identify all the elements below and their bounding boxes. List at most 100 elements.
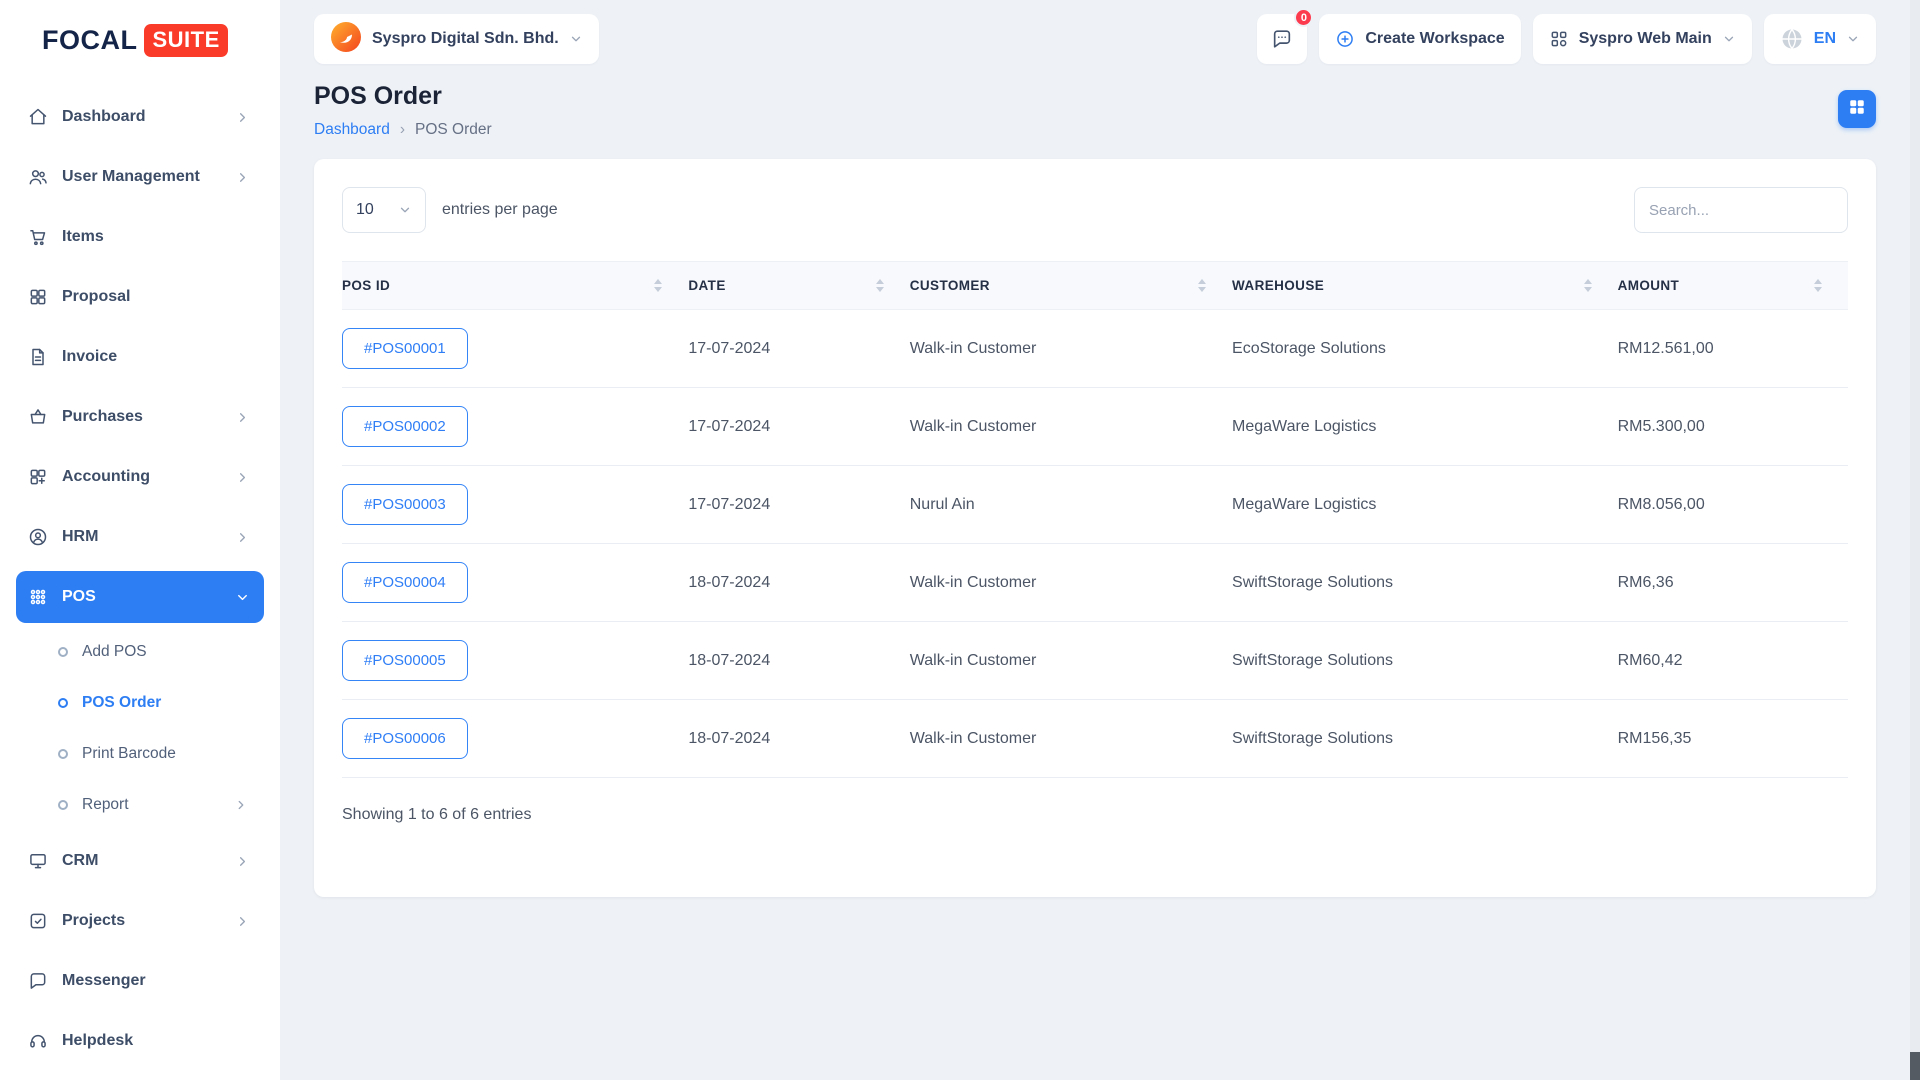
chevron-right-icon [235, 170, 250, 185]
chevron-down-icon [569, 32, 583, 46]
cell-amount: RM8.056,00 [1618, 466, 1848, 544]
pos-id-button[interactable]: #POS00003 [342, 484, 468, 525]
pos-id-button[interactable]: #POS00005 [342, 640, 468, 681]
sidebar-item-projects[interactable]: Projects [16, 895, 264, 947]
entries-per-page-label: entries per page [442, 201, 558, 219]
chat-bubble-icon [28, 971, 62, 991]
column-header[interactable]: AMOUNT [1618, 262, 1848, 310]
language-selector[interactable]: EN [1764, 14, 1876, 64]
bullet-icon [58, 749, 68, 759]
company-selector[interactable]: Syspro Digital Sdn. Bhd. [314, 14, 599, 64]
create-workspace-button[interactable]: Create Workspace [1319, 14, 1520, 64]
column-header-label: AMOUNT [1618, 278, 1680, 293]
scrollbar-thumb[interactable] [1910, 1052, 1920, 1080]
pos-submenu: Add POS POS Order Print Barcode Report [16, 631, 264, 826]
company-logo [330, 21, 362, 58]
person-circle-icon [28, 527, 62, 547]
sort-icon[interactable] [654, 279, 662, 292]
sidebar-item-accounting[interactable]: Accounting [16, 451, 264, 503]
sort-icon[interactable] [1198, 279, 1206, 292]
sidebar-item-helpdesk[interactable]: Helpdesk [16, 1015, 264, 1067]
breadcrumb-dashboard-link[interactable]: Dashboard [314, 121, 390, 139]
breadcrumb-current: POS Order [415, 121, 492, 139]
sidebar-subitem-report[interactable]: Report [16, 784, 264, 826]
sidebar-item-proposal[interactable]: Proposal [16, 271, 264, 323]
topbar: Syspro Digital Sdn. Bhd. 0 Create Worksp… [314, 14, 1876, 64]
sort-icon[interactable] [876, 279, 884, 292]
table-row: #POS00001 17-07-2024 Walk-in Customer Ec… [342, 310, 1848, 388]
cell-date: 18-07-2024 [688, 622, 909, 700]
sidebar-item-label: POS [62, 588, 235, 606]
chevron-right-icon [235, 914, 250, 929]
table-row: #POS00002 17-07-2024 Walk-in Customer Me… [342, 388, 1848, 466]
sidebar-item-label: Proposal [62, 288, 250, 306]
page-size-select[interactable]: 10 [342, 187, 426, 233]
cell-warehouse: SwiftStorage Solutions [1232, 700, 1618, 778]
sidebar-subitem-print-barcode[interactable]: Print Barcode [16, 733, 264, 775]
cell-customer: Walk-in Customer [910, 622, 1232, 700]
monitor-icon [28, 851, 62, 871]
table-footer-summary: Showing 1 to 6 of 6 entries [342, 806, 1848, 824]
logo-text-primary: FOCAL [42, 25, 137, 56]
sidebar-subitem-label: Report [82, 796, 129, 814]
app-logo[interactable]: FOCAL SUITE [42, 24, 264, 57]
sidebar-subitem-add-pos[interactable]: Add POS [16, 631, 264, 673]
sidebar-item-label: Purchases [62, 408, 235, 426]
sidebar-item-messenger[interactable]: Messenger [16, 955, 264, 1007]
pos-id-button[interactable]: #POS00001 [342, 328, 468, 369]
chevron-right-icon [235, 110, 250, 125]
chevron-right-icon [235, 530, 250, 545]
document-icon [28, 347, 62, 367]
scrollbar-track[interactable] [1910, 0, 1920, 1080]
workspace-selector[interactable]: Syspro Web Main [1533, 14, 1752, 64]
pos-id-button[interactable]: #POS00004 [342, 562, 468, 603]
sort-icon[interactable] [1584, 279, 1592, 292]
column-header[interactable]: DATE [688, 262, 909, 310]
sidebar-item-pos[interactable]: POS [16, 571, 264, 623]
sidebar-item-label: CRM [62, 852, 235, 870]
workspace-icon [1549, 29, 1569, 49]
sidebar-item-hrm[interactable]: HRM [16, 511, 264, 563]
view-toggle-button[interactable] [1838, 90, 1876, 128]
sidebar-subitem-pos-order[interactable]: POS Order [16, 682, 264, 724]
sidebar-item-dashboard[interactable]: Dashboard [16, 91, 264, 143]
sidebar-item-items[interactable]: Items [16, 211, 264, 263]
column-header-label: WAREHOUSE [1232, 278, 1324, 293]
cart-icon [28, 227, 62, 247]
table-row: #POS00005 18-07-2024 Walk-in Customer Sw… [342, 622, 1848, 700]
cell-warehouse: SwiftStorage Solutions [1232, 544, 1618, 622]
sidebar-item-purchases[interactable]: Purchases [16, 391, 264, 443]
column-header[interactable]: CUSTOMER [910, 262, 1232, 310]
chevron-right-icon [234, 798, 248, 812]
cell-warehouse: MegaWare Logistics [1232, 466, 1618, 544]
pos-id-button[interactable]: #POS00002 [342, 406, 468, 447]
search-input[interactable] [1634, 187, 1848, 233]
cell-date: 18-07-2024 [688, 700, 909, 778]
sidebar-subitem-label: POS Order [82, 694, 161, 712]
cell-amount: RM60,42 [1618, 622, 1848, 700]
apps-grid-icon [28, 587, 62, 607]
chevron-right-icon [235, 854, 250, 869]
sidebar-item-crm[interactable]: CRM [16, 835, 264, 887]
cell-customer: Walk-in Customer [910, 544, 1232, 622]
page-size-value: 10 [356, 201, 374, 219]
column-header-label: DATE [688, 278, 725, 293]
bullet-icon [58, 698, 68, 708]
sidebar-item-label: User Management [62, 168, 235, 186]
column-header[interactable]: WAREHOUSE [1232, 262, 1618, 310]
globe-icon [1780, 27, 1804, 51]
table-body: #POS00001 17-07-2024 Walk-in Customer Ec… [342, 310, 1848, 778]
sidebar-item-invoice[interactable]: Invoice [16, 331, 264, 383]
column-header[interactable]: POS ID [342, 262, 688, 310]
table-row: #POS00006 18-07-2024 Walk-in Customer Sw… [342, 700, 1848, 778]
sidebar-item-user-management[interactable]: User Management [16, 151, 264, 203]
sort-icon[interactable] [1814, 279, 1822, 292]
sidebar-item-label: Dashboard [62, 108, 235, 126]
table-row: #POS00004 18-07-2024 Walk-in Customer Sw… [342, 544, 1848, 622]
pos-id-button[interactable]: #POS00006 [342, 718, 468, 759]
messages-button[interactable]: 0 [1257, 14, 1307, 64]
cell-warehouse: EcoStorage Solutions [1232, 310, 1618, 388]
column-header-label: CUSTOMER [910, 278, 990, 293]
chevron-down-icon [1722, 32, 1736, 46]
cell-amount: RM12.561,00 [1618, 310, 1848, 388]
